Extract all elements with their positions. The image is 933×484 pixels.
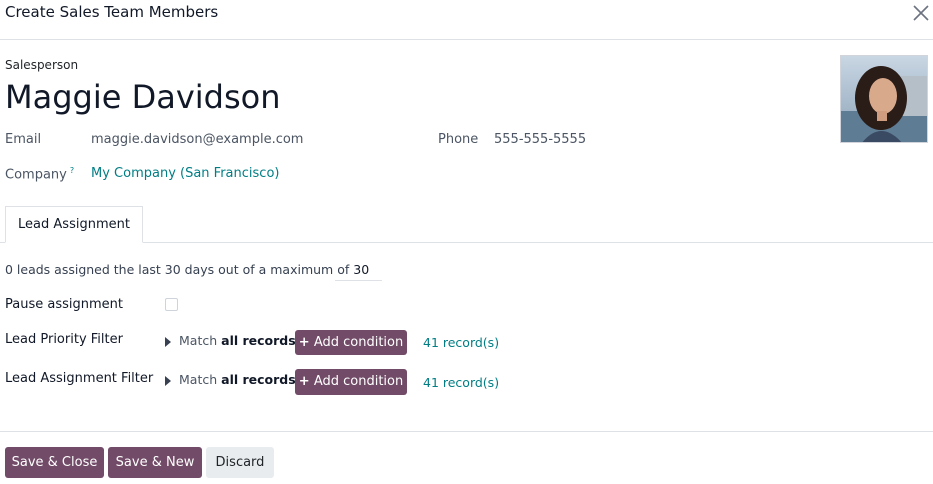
dialog-title: Create Sales Team Members	[5, 3, 219, 21]
footer-divider	[0, 431, 933, 432]
company-label-text: Company	[5, 167, 67, 183]
caret-right-icon[interactable]	[165, 337, 171, 347]
add-condition-label: Add condition	[313, 335, 404, 350]
max-leads-input[interactable]: 30	[353, 262, 369, 277]
add-condition-button[interactable]: + Add condition	[295, 369, 407, 395]
email-label: Email	[5, 132, 42, 147]
match-text: Match all records	[179, 372, 296, 387]
phone-label: Phone	[438, 132, 479, 147]
help-tooltip-icon[interactable]: ?	[70, 166, 74, 175]
records-link[interactable]: 41 record(s)	[423, 335, 499, 350]
match-word: Match	[179, 372, 218, 387]
plus-icon: +	[298, 374, 310, 389]
save-close-button[interactable]: Save & Close	[5, 447, 104, 478]
phone-field[interactable]: 555-555-5555	[494, 132, 586, 147]
assignment-summary-text: 0 leads assigned the last 30 days out of…	[5, 262, 350, 277]
assignment-summary: 0 leads assigned the last 30 days out of…	[5, 262, 369, 277]
match-all-records: all records	[221, 333, 296, 348]
salesperson-name[interactable]: Maggie Davidson	[5, 77, 281, 117]
lead-assignment-filter-label: Lead Assignment Filter	[5, 371, 154, 386]
max-leads-underline	[335, 280, 382, 281]
add-condition-button[interactable]: + Add condition	[295, 330, 407, 355]
pause-assignment-checkbox[interactable]	[165, 298, 178, 311]
match-all-records: all records	[221, 372, 296, 387]
pause-assignment-label: Pause assignment	[5, 297, 123, 312]
avatar-photo	[841, 56, 927, 142]
records-link[interactable]: 41 record(s)	[423, 375, 499, 390]
lead-priority-filter-label: Lead Priority Filter	[5, 332, 123, 347]
role-label: Salesperson	[5, 58, 79, 72]
match-text: Match all records	[179, 333, 296, 348]
save-new-button[interactable]: Save & New	[108, 447, 202, 478]
close-icon[interactable]	[911, 3, 931, 23]
email-field[interactable]: maggie.davidson@example.com	[91, 132, 303, 147]
match-word: Match	[179, 333, 218, 348]
header-divider	[0, 39, 933, 40]
company-field[interactable]: My Company (San Francisco)	[91, 166, 279, 181]
plus-icon: +	[298, 335, 310, 350]
discard-button[interactable]: Discard	[206, 447, 274, 478]
company-label: Company?	[5, 166, 74, 182]
add-condition-label: Add condition	[313, 374, 404, 389]
caret-right-icon[interactable]	[165, 376, 171, 386]
avatar[interactable]	[840, 55, 928, 143]
tab-lead-assignment[interactable]: Lead Assignment	[5, 206, 143, 243]
